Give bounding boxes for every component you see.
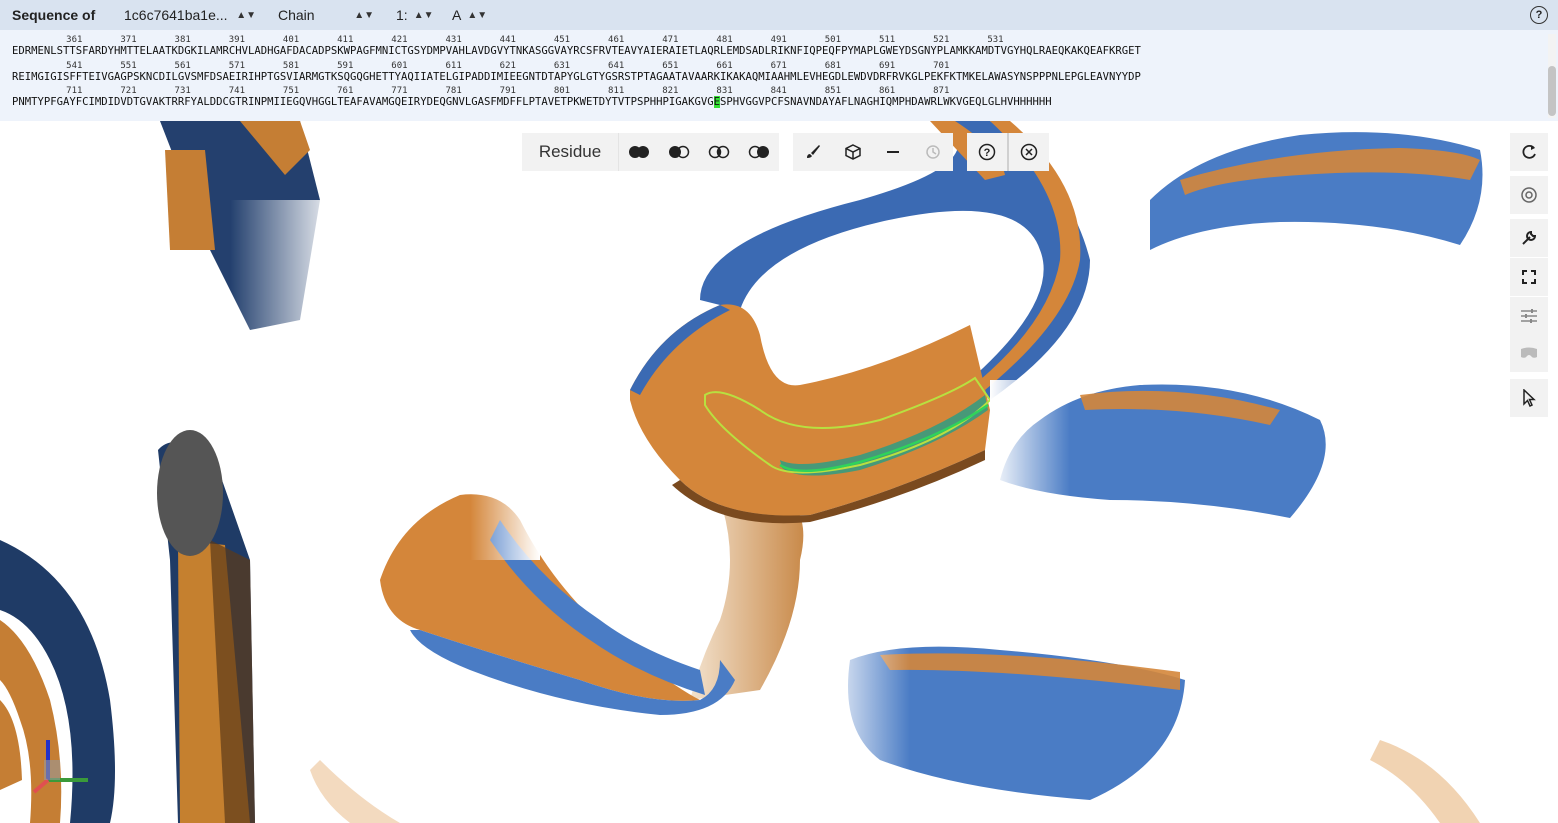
chain-select-value: A xyxy=(452,7,462,23)
residue-row[interactable]: PNMTYPFGAYFCIMDIDVDTGVAKTRRFYALDDCGTRINP… xyxy=(12,96,1052,108)
residue-numbers-row: 361 371 381 391 401 411 421 431 441 451 … xyxy=(12,35,1004,45)
depth-fog xyxy=(820,640,910,800)
residue-segment[interactable]: SPHVGGVPCFSNAVNDAYAFLNAGHIQMPHDAWRLWKVGE… xyxy=(720,96,1052,108)
set-button[interactable] xyxy=(739,133,779,171)
cartoon-render xyxy=(0,121,1483,823)
sliders-icon xyxy=(1521,309,1537,323)
depth-fog xyxy=(990,380,1070,500)
vr-button[interactable] xyxy=(1510,334,1548,372)
toolbar-help-group: ? xyxy=(967,133,1049,171)
sequence-label: Sequence of xyxy=(12,7,96,23)
index-select-value: 1: xyxy=(396,7,408,23)
selection-toolbar: Residue ? xyxy=(522,133,1049,171)
set-icon xyxy=(748,145,769,159)
representation-button[interactable] xyxy=(833,133,873,171)
union-button[interactable] xyxy=(619,133,659,171)
scope-select-value: Chain xyxy=(278,7,315,23)
sequence-panel: Sequence of 1c6c7641ba1e... ▲▼ Chain ▲▼ 1:… xyxy=(0,0,1558,122)
entry-select-value: 1c6c7641ba1e... xyxy=(124,7,228,23)
entry-select[interactable]: 1c6c7641ba1e... ▲▼ xyxy=(118,4,262,26)
reset-view-button[interactable] xyxy=(1510,133,1548,171)
sequence-header-bar: Sequence of 1c6c7641ba1e... ▲▼ Chain ▲▼ 1:… xyxy=(0,0,1558,30)
controls-button[interactable] xyxy=(1510,297,1548,335)
svg-text:?: ? xyxy=(984,147,991,159)
residue-segment[interactable]: PNMTYPFGAYFCIMDIDVDTGVAKTRRFYALDDCGTRINP… xyxy=(12,96,714,108)
residue-numbers-row: 711 721 731 741 751 761 771 781 791 801 … xyxy=(12,86,950,96)
structure-viewport[interactable] xyxy=(0,121,1558,823)
remove-button[interactable] xyxy=(873,133,913,171)
help-icon: ? xyxy=(978,143,996,161)
selection-mode-button[interactable]: Residue xyxy=(522,133,619,171)
union-icon xyxy=(629,146,649,158)
wrench-icon xyxy=(1522,230,1537,245)
tube-end-cap xyxy=(157,430,223,556)
subtract-icon xyxy=(669,145,690,159)
residue-row[interactable]: EDRMENLSTTSFARDYHMTTELAATKDGKILAMRCHVLAD… xyxy=(12,45,1141,57)
color-button[interactable] xyxy=(793,133,833,171)
intersect-button[interactable] xyxy=(699,133,739,171)
sequence-scrollbar[interactable] xyxy=(1548,34,1556,118)
close-button[interactable] xyxy=(1009,133,1049,171)
updown-icon: ▲▼ xyxy=(236,9,256,21)
strand-segment xyxy=(1370,740,1480,823)
camera-icon xyxy=(1521,187,1537,203)
cube-icon xyxy=(845,144,861,160)
scope-select[interactable]: Chain ▲▼ xyxy=(272,4,380,26)
depth-fog xyxy=(470,490,540,560)
screenshot-button[interactable] xyxy=(1510,176,1548,214)
brush-icon xyxy=(807,145,820,158)
updown-icon: ▲▼ xyxy=(413,9,434,21)
close-icon xyxy=(1020,143,1038,161)
rotate-icon xyxy=(1522,144,1536,159)
helix-segment xyxy=(1150,132,1483,250)
index-select[interactable]: 1: ▲▼ xyxy=(390,4,438,26)
subtract-button[interactable] xyxy=(659,133,699,171)
expand-icon xyxy=(1522,270,1536,284)
sequence-text[interactable]: 361 371 381 391 401 411 421 431 441 451 … xyxy=(0,32,1546,120)
vr-icon xyxy=(1521,347,1537,358)
residue-row[interactable]: REIMGIGISFFTEIVGAGPSKNCDILGVSMFDSAEIRIHP… xyxy=(12,71,1141,83)
updown-icon: ▲▼ xyxy=(354,9,374,21)
strand-segment xyxy=(310,760,400,823)
settings-button[interactable] xyxy=(1510,219,1548,257)
history-icon xyxy=(926,145,940,159)
residue-numbers-row: 541 551 561 571 581 591 601 611 621 631 … xyxy=(12,61,950,71)
scrollbar-thumb[interactable] xyxy=(1548,66,1556,116)
help-icon[interactable]: ? xyxy=(1530,6,1548,24)
selection-actions-group xyxy=(793,133,953,171)
minus-icon xyxy=(887,151,899,153)
chain-select[interactable]: A ▲▼ xyxy=(446,4,490,26)
selection-mode-group: Residue xyxy=(522,133,779,171)
updown-icon: ▲▼ xyxy=(467,9,488,21)
cursor-icon xyxy=(1523,389,1536,407)
depth-fog xyxy=(230,200,340,340)
strand-segment xyxy=(690,500,804,700)
intersect-icon xyxy=(708,145,730,159)
help-button[interactable]: ? xyxy=(967,133,1009,171)
axis-cube xyxy=(44,760,60,780)
undo-button[interactable] xyxy=(913,133,953,171)
selection-mode-toggle[interactable] xyxy=(1510,379,1548,417)
fullscreen-button[interactable] xyxy=(1510,258,1548,296)
